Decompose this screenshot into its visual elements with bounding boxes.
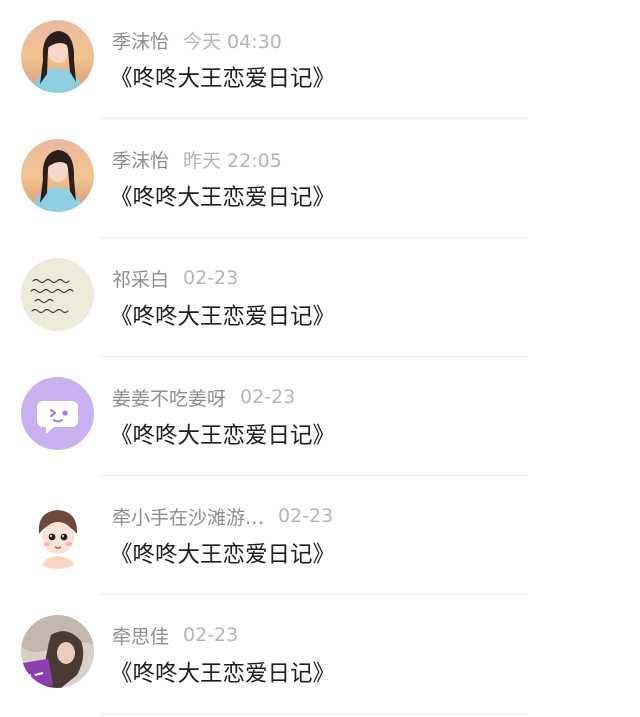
conversation-meta: 牵思佳 02-23 bbox=[112, 622, 238, 648]
message-preview: 《咚咚大王恋爱日记》 bbox=[110, 423, 336, 449]
message-time: 02-23 bbox=[183, 624, 239, 646]
handwriting-note-avatar[interactable] bbox=[21, 258, 94, 331]
cartoon-boy-avatar[interactable] bbox=[21, 496, 94, 569]
contact-name: 祁采白 bbox=[112, 268, 170, 291]
message-preview: 《咚咚大王恋爱日记》 bbox=[110, 542, 336, 568]
conversation-item[interactable]: 牵思佳 02-23 《咚咚大王恋爱日记》 bbox=[0, 595, 640, 714]
message-preview: 《咚咚大王恋爱日记》 bbox=[110, 185, 336, 211]
contact-name: 季沫怡 bbox=[112, 30, 170, 53]
message-time: 今天 04:30 bbox=[183, 30, 282, 53]
conversation-item[interactable]: 姜姜不吃姜呀 02-23 《咚咚大王恋爱日记》 bbox=[0, 357, 640, 476]
contact-name: 牵思佳 bbox=[112, 625, 170, 648]
message-preview: 《咚咚大王恋爱日记》 bbox=[110, 66, 336, 92]
conversation-item[interactable]: 季沫怡 今天 04:30 《咚咚大王恋爱日记》 bbox=[0, 0, 640, 119]
conversation-meta: 牵小手在沙滩游… 02-23 bbox=[112, 503, 333, 529]
girl-photo-avatar[interactable] bbox=[21, 20, 94, 93]
contact-name: 季沫怡 bbox=[112, 149, 170, 172]
contact-name: 牵小手在沙滩游… bbox=[112, 506, 265, 529]
message-preview: 《咚咚大王恋爱日记》 bbox=[110, 661, 336, 687]
message-time: 02-23 bbox=[240, 386, 296, 408]
conversation-meta: 祁采白 02-23 bbox=[112, 265, 238, 291]
divider bbox=[100, 713, 528, 714]
conversation-item[interactable]: 祁采白 02-23 《咚咚大王恋爱日记》 bbox=[0, 238, 640, 357]
conversation-item[interactable]: 季沫怡 昨天 22:05 《咚咚大王恋爱日记》 bbox=[0, 119, 640, 238]
conversation-meta: 季沫怡 今天 04:30 bbox=[112, 27, 282, 53]
message-time: 02-23 bbox=[183, 267, 239, 289]
chat-bubble-avatar[interactable] bbox=[21, 377, 94, 450]
message-time: 02-23 bbox=[278, 505, 334, 527]
message-preview: 《咚咚大王恋爱日记》 bbox=[110, 304, 336, 330]
conversation-meta: 姜姜不吃姜呀 02-23 bbox=[112, 384, 295, 410]
conversation-item[interactable]: 牵小手在沙滩游… 02-23 《咚咚大王恋爱日记》 bbox=[0, 476, 640, 595]
photo-avatar[interactable] bbox=[21, 615, 94, 688]
message-time: 昨天 22:05 bbox=[183, 149, 282, 172]
girl-photo-avatar[interactable] bbox=[21, 139, 94, 212]
conversation-list: 季沫怡 今天 04:30 《咚咚大王恋爱日记》 季沫怡 昨天 22:05 《咚咚… bbox=[0, 0, 640, 717]
contact-name: 姜姜不吃姜呀 bbox=[112, 387, 227, 410]
conversation-meta: 季沫怡 昨天 22:05 bbox=[112, 146, 282, 172]
